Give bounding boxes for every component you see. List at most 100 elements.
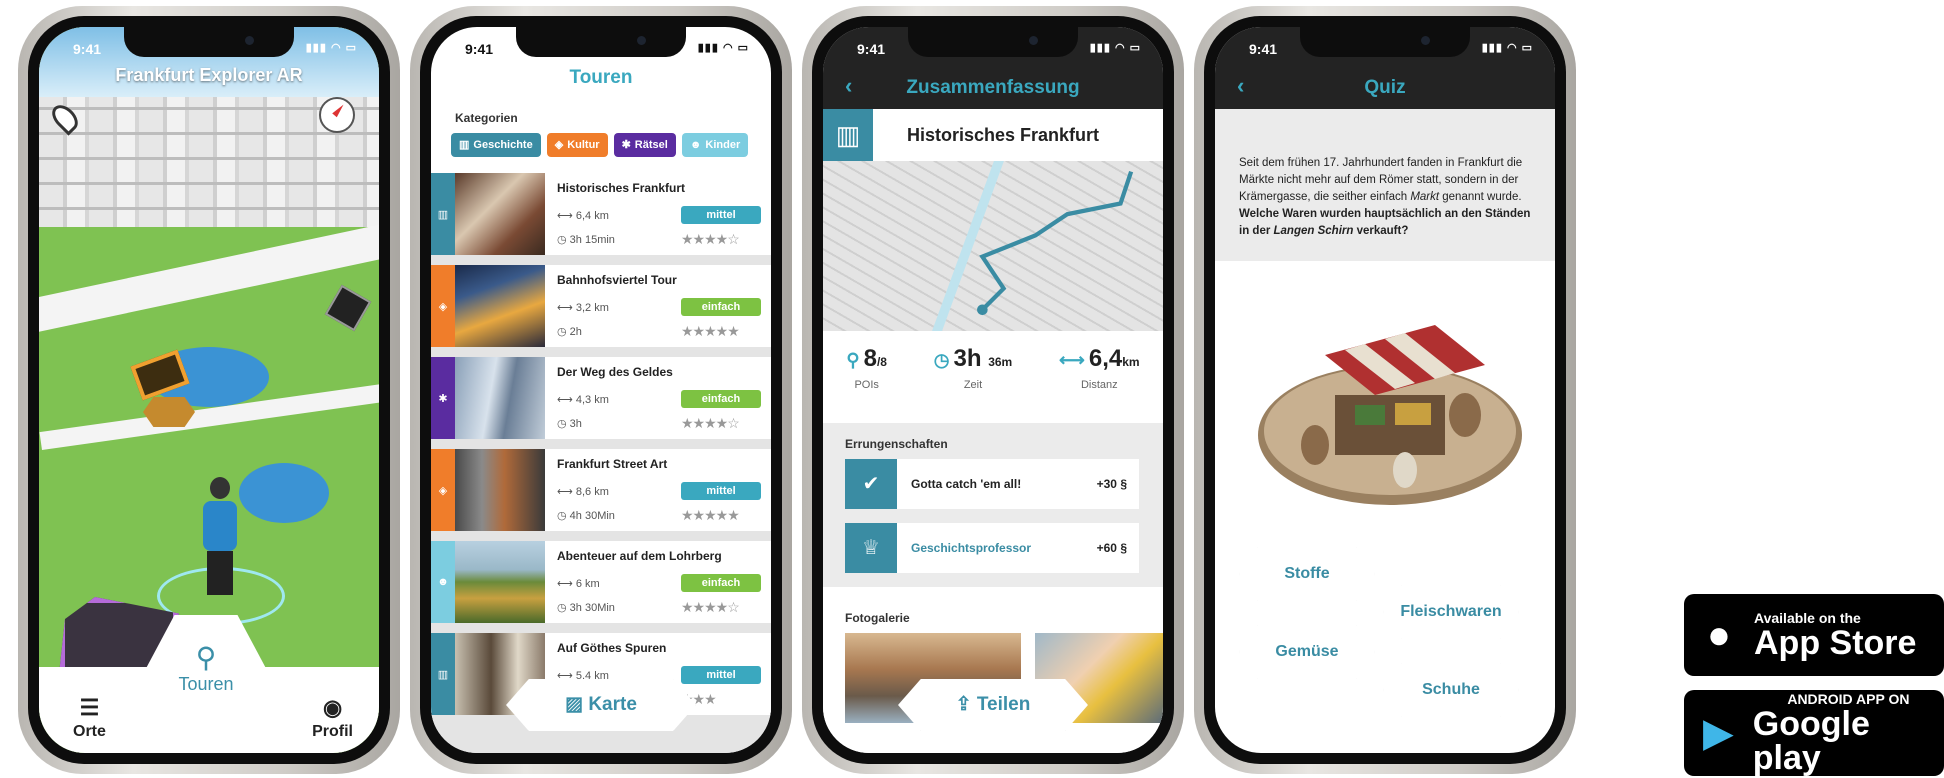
phone-frame-map: 9:41 ▮▮▮ ◠ ▭ Frankfurt Explorer AR ☰ Ort…: [18, 6, 400, 774]
puzzle-icon: ✱: [621, 139, 631, 151]
tour-item[interactable]: ✱ Der Weg des Geldes ⟷ 4,3 km einfach ◷ 3…: [431, 357, 771, 439]
notch: [908, 27, 1078, 57]
tours-screen: 9:41 ▮▮▮ ◠ ▭ Touren Kategorien ▥ Geschich…: [431, 27, 771, 753]
difficulty-badge: mittel: [681, 482, 761, 500]
tour-image: [455, 357, 545, 439]
achievement-points: +60 §: [1096, 541, 1127, 555]
tour-image: [455, 265, 545, 347]
tour-distance: 3,2 km: [575, 301, 609, 314]
achievement-item[interactable]: ✔ Gotta catch 'em all! +30 §: [845, 459, 1139, 509]
badge-big-text: Google play: [1752, 705, 1870, 777]
difficulty-badge: einfach: [681, 574, 761, 592]
poi-marker-icon[interactable]: [143, 397, 195, 427]
rating-stars: ★★★★☆: [681, 230, 740, 247]
scroll-icon: §: [1120, 477, 1127, 491]
lake: [239, 463, 329, 523]
tour-item[interactable]: ☻ Abenteuer auf dem Lohrberg ⟷ 6 km einfa…: [431, 541, 771, 623]
tour-duration: 3h: [569, 417, 582, 430]
tab-label: Orte: [73, 723, 106, 740]
column-icon: ▥: [431, 173, 455, 255]
phone-frame-quiz: ‹ Quiz 9:41 ▮▮▮ ◠ ▭ Seit dem frühen 17. …: [1194, 6, 1576, 774]
laurel-column-icon: ♕: [845, 523, 897, 573]
google-play-badge[interactable]: ▶ ANDROID APP ON Google play: [1684, 690, 1944, 776]
status-time: 9:41: [1249, 41, 1278, 57]
answer-option[interactable]: Schuhe: [1383, 663, 1519, 717]
tab-profil[interactable]: ◉ Profil: [312, 695, 353, 741]
distance-icon: ⟷: [557, 301, 573, 314]
theater-icon: ◈: [554, 139, 564, 151]
clock-icon: ◷: [933, 350, 950, 370]
chip-geschichte[interactable]: ▥ Geschichte: [451, 133, 541, 157]
player-avatar: [197, 477, 243, 597]
answer-option[interactable]: Stoffe: [1239, 547, 1375, 601]
puzzle-icon: ✱: [431, 357, 455, 439]
tour-item[interactable]: ▥ Historisches Frankfurt ⟷ 6,4 km mittel …: [431, 173, 771, 255]
answer-option[interactable]: Fleischwaren: [1383, 585, 1519, 639]
tour-duration: 3h 30Min: [569, 601, 615, 614]
difficulty-badge: mittel: [681, 666, 761, 684]
apple-icon: ●: [1706, 612, 1732, 657]
clock-icon: ◷: [557, 417, 567, 430]
achievement-points: +30 §: [1096, 477, 1127, 491]
map-icon: ▨: [565, 694, 584, 715]
tour-distance: 6,4 km: [575, 209, 609, 222]
page-title: Quiz: [1364, 77, 1406, 98]
difficulty-badge: einfach: [681, 298, 761, 316]
column-icon: ▥: [823, 109, 873, 161]
category-chips: ▥ Geschichte ◈ Kultur ✱ Rätsel ☻ Kinder: [451, 133, 754, 157]
tab-orte[interactable]: ☰ Orte: [73, 695, 106, 741]
page-title: Touren: [569, 67, 633, 88]
distance-icon: ⟷: [557, 485, 573, 498]
badge-big-text: App Store: [1754, 624, 1917, 662]
scroll-icon: §: [1120, 541, 1127, 555]
achievement-item[interactable]: ♕ Geschichtsprofessor +60 §: [845, 523, 1139, 573]
map-button[interactable]: ▨ Karte: [506, 679, 696, 731]
list-pin-icon: ☰: [79, 695, 100, 720]
chip-raetsel[interactable]: ✱ Rätsel: [613, 133, 676, 157]
distance-icon: ⟷: [1059, 350, 1085, 370]
tour-title: Historisches Frankfurt: [907, 124, 1100, 145]
achievement-name: Geschichtsprofessor: [911, 541, 1032, 555]
stat-time: ◷ 3h 36m Zeit: [933, 345, 1013, 391]
app-store-badge[interactable]: ● Available on the App Store: [1684, 594, 1944, 676]
status-time: 9:41: [857, 41, 886, 57]
tour-name: Frankfurt Street Art: [557, 457, 668, 471]
tour-name: Auf Göthes Spuren: [557, 641, 667, 655]
chip-kultur[interactable]: ◈ Kultur: [546, 133, 608, 157]
tour-name: Der Weg des Geldes: [557, 365, 673, 379]
notch: [124, 27, 294, 57]
tour-duration: 3h 15min: [569, 233, 615, 246]
answer-option[interactable]: Gemüse: [1239, 625, 1375, 679]
kids-icon: ☻: [431, 541, 455, 623]
theater-icon: ◈: [431, 449, 455, 531]
tour-distance: 6 km: [575, 577, 600, 590]
signal-wifi-battery-icon: ▮▮▮ ◠ ▭: [305, 42, 357, 54]
signal-wifi-battery-icon: ▮▮▮ ◠ ▭: [1481, 42, 1533, 54]
route-pin-icon: ⚲: [195, 642, 217, 673]
difficulty-badge: einfach: [681, 390, 761, 408]
rating-stars: ★★★★★: [681, 506, 740, 523]
status-time: 9:41: [73, 41, 102, 57]
phone-frame-tours: 9:41 ▮▮▮ ◠ ▭ Touren Kategorien ▥ Geschich…: [410, 6, 792, 774]
play-triangle-icon: ▶: [1703, 711, 1734, 755]
share-icon: ⇪: [955, 694, 972, 715]
quiz-screen: ‹ Quiz 9:41 ▮▮▮ ◠ ▭ Seit dem frühen 17. …: [1215, 27, 1555, 753]
difficulty-badge: mittel: [681, 206, 761, 224]
rating-stars: ★★★★★: [681, 322, 740, 339]
market-stall-image: [1258, 325, 1522, 505]
stat-distance: ⟷ 6,4km Distanz: [1059, 345, 1140, 391]
stats-row: ⚲ 8/8 POIs ◷ 3h 36m Zeit ⟷ 6,4km Distanz: [823, 331, 1163, 423]
tour-item[interactable]: ◈ Frankfurt Street Art ⟷ 8,6 km mittel ◷ …: [431, 449, 771, 531]
compass-icon[interactable]: [319, 97, 355, 133]
share-button[interactable]: ⇪ Teilen: [898, 679, 1088, 731]
achievement-name: Gotta catch 'em all!: [911, 477, 1022, 491]
tour-item[interactable]: ◈ Bahnhofsviertel Tour ⟷ 3,2 km einfach ◷…: [431, 265, 771, 347]
tour-image: [455, 173, 545, 255]
chip-kinder[interactable]: ☻ Kinder: [681, 133, 749, 157]
tour-list: ▥ Historisches Frankfurt ⟷ 6,4 km mittel …: [431, 173, 771, 753]
gallery-label: Fotogalerie: [845, 611, 910, 625]
clock-icon: ◷: [557, 325, 567, 338]
column-icon: ▥: [459, 139, 470, 151]
clock-icon: ◷: [557, 233, 567, 246]
route-minimap[interactable]: [823, 161, 1163, 331]
